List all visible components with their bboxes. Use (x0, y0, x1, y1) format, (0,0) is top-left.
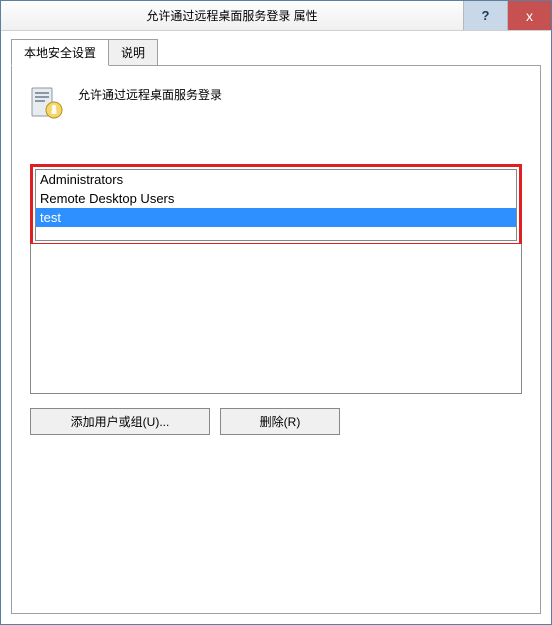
list-item-label: Remote Desktop Users (40, 191, 174, 206)
list-item[interactable]: Remote Desktop Users (36, 189, 516, 208)
tab-description[interactable]: 说明 (108, 39, 158, 66)
tab-label: 说明 (121, 46, 145, 60)
button-label: 添加用户或组(U)... (71, 415, 170, 429)
users-listbox[interactable]: Administrators Remote Desktop Users test (35, 169, 517, 241)
button-row: 添加用户或组(U)... 删除(R) (30, 408, 522, 435)
list-item[interactable]: test (36, 208, 516, 227)
users-listbox-extension[interactable] (30, 244, 522, 394)
policy-header: 允许通过远程桌面服务登录 (30, 84, 522, 124)
tab-panel: 允许通过远程桌面服务登录 Administrators Remote Deskt… (11, 65, 541, 614)
help-icon: ? (482, 8, 490, 23)
list-item[interactable]: Administrators (36, 170, 516, 189)
tab-label: 本地安全设置 (24, 46, 96, 60)
highlight-annotation: Administrators Remote Desktop Users test (30, 164, 522, 246)
titlebar: 允许通过远程桌面服务登录 属性 ? x (1, 1, 551, 31)
add-user-or-group-button[interactable]: 添加用户或组(U)... (30, 408, 210, 435)
remove-button[interactable]: 删除(R) (220, 408, 340, 435)
properties-dialog: 允许通过远程桌面服务登录 属性 ? x 本地安全设置 说明 (0, 0, 552, 625)
titlebar-buttons: ? x (463, 1, 551, 30)
policy-title: 允许通过远程桌面服务登录 (78, 84, 222, 103)
client-area: 本地安全设置 说明 允许通过远程桌面服务登录 (1, 31, 551, 624)
close-icon: x (526, 8, 533, 24)
list-item-label: Administrators (40, 172, 123, 187)
help-button[interactable]: ? (463, 1, 507, 30)
list-item-label: test (40, 210, 61, 225)
close-button[interactable]: x (507, 1, 551, 30)
tab-local-security-settings[interactable]: 本地安全设置 (11, 39, 109, 66)
window-title: 允许通过远程桌面服务登录 属性 (1, 7, 463, 24)
tabs-header: 本地安全设置 说明 (11, 39, 541, 66)
policy-icon (30, 84, 64, 124)
button-label: 删除(R) (260, 415, 301, 429)
